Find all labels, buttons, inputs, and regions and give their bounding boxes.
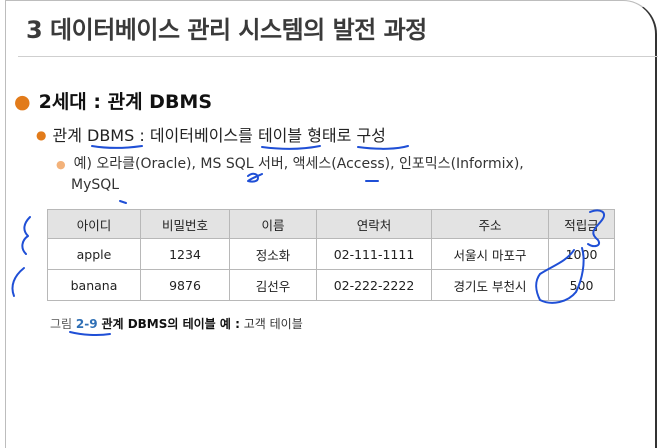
table-cell: 9876 [140, 269, 230, 301]
bullet-dot-icon: ● [36, 128, 47, 142]
bullet-level-3-line1-text: 예) 오라클(Oracle), MS SQL 서버, 액세스(Access), … [73, 156, 524, 172]
table-cell: 서울시 마포구 [431, 238, 549, 270]
table-cell: apple [47, 238, 141, 270]
customer-table: 아이디 비밀번호 이름 연락처 주소 적립금 apple 1234 정소화 02… [47, 209, 615, 301]
table-header-row: 아이디 비밀번호 이름 연락처 주소 적립금 [47, 209, 615, 239]
table-header-cell: 비밀번호 [140, 209, 230, 239]
bullet-level-2: ● 관계 DBMS : 데이터베이스를 테이블 형태로 구성 [36, 122, 386, 146]
slide-title: 3 데이터베이스 관리 시스템의 발전 과정 [26, 16, 427, 44]
table-cell: 1234 [140, 238, 230, 270]
table-cell: 정소화 [229, 238, 317, 270]
bullet-level-1-text: 2세대 : 관계 DBMS [38, 91, 213, 113]
table-cell: banana [47, 269, 141, 301]
table-cell: 02-111-1111 [316, 238, 432, 270]
bullet-level-3: ● 예) 오라클(Oracle), MS SQL 서버, 액세스(Access),… [56, 154, 616, 196]
table-header-cell: 연락처 [316, 209, 432, 239]
table-header-cell: 아이디 [47, 209, 141, 239]
title-divider [18, 56, 658, 57]
table-cell: 1000 [548, 238, 615, 270]
caption-label: 그림 [50, 317, 73, 331]
bullet-level-1: ● 2세대 : 관계 DBMS [14, 87, 212, 114]
table-cell: 02-222-2222 [316, 269, 432, 301]
table-row: banana 9876 김선우 02-222-2222 경기도 부천시 500 [47, 269, 615, 301]
caption-number: 2-9 [75, 317, 98, 331]
table-cell: 경기도 부천시 [431, 269, 549, 301]
bullet-dot-icon: ● [14, 91, 31, 113]
table-cell: 500 [548, 269, 615, 301]
bullet-level-3-line1: ● 예) 오라클(Oracle), MS SQL 서버, 액세스(Access),… [56, 154, 616, 175]
figure-caption: 그림 2-9 관계 DBMS의 테이블 예 : 고객 테이블 [50, 315, 303, 332]
table-cell: 김선우 [229, 269, 317, 301]
bullet-dot-icon: ● [56, 158, 66, 171]
caption-text: 고객 테이블 [243, 317, 303, 331]
table-header-cell: 적립금 [548, 209, 615, 239]
table-header-cell: 주소 [431, 209, 549, 239]
caption-bold-text: 관계 DBMS의 테이블 예 : [101, 317, 240, 331]
table-row: apple 1234 정소화 02-111-1111 서울시 마포구 1000 [47, 238, 615, 270]
bullet-level-3-line2: MySQL [71, 177, 120, 193]
slide: 3 데이터베이스 관리 시스템의 발전 과정 ● 2세대 : 관계 DBMS ● 관… [0, 0, 664, 448]
bullet-level-2-text: 관계 DBMS : 데이터베이스를 테이블 형태로 구성 [52, 126, 386, 145]
table-header-cell: 이름 [229, 209, 317, 239]
